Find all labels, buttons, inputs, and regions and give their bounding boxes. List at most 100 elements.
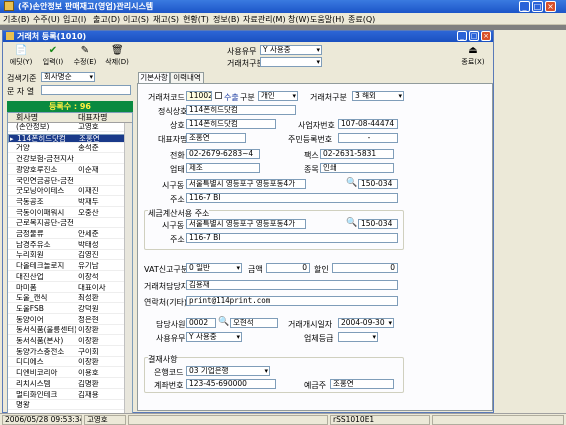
list-item[interactable]: 건강보험-금천지사 [8,155,132,165]
list-item[interactable]: 극동이이패워시 오중산 [8,209,132,218]
start-date-picker[interactable]: 2004-09-30 [338,318,394,328]
account-field[interactable]: 123-45-690000 [186,379,276,389]
list-item-rep: 이창환 [78,337,99,345]
fax-field[interactable]: 02-2631-5831 [320,149,394,159]
list-item[interactable]: 남경주유소 박태성 [8,241,132,250]
biztype-field[interactable]: 제조 [186,163,260,173]
list-item[interactable]: 누리회원 김영진 [8,251,132,261]
edit-button[interactable]: ✎ 수정(E) [71,44,99,70]
list-item[interactable]: 다올테크놀로지 유기남 [8,262,132,272]
bank-label: 은행코드 [154,368,184,377]
addr2-field[interactable]: 116-7 BI [186,193,398,203]
status-user: 고영호 [84,415,126,425]
list-item[interactable]: 도울_캔식 최성환 [8,294,132,304]
sales-binoculars-icon[interactable]: 🔍 [218,317,229,327]
list-item[interactable]: (손안정보) 고영호 [8,123,132,132]
list-item[interactable]: 동서식품(본사) 이창환 [8,337,132,346]
list-item[interactable]: 동서식품(울릉센터) 이창환 [8,326,132,336]
menu-receiving[interactable]: 입고(I) [63,14,86,25]
sales-name-field[interactable]: 오현석 [230,318,278,328]
discount-field[interactable]: 0 [332,263,398,273]
list-item[interactable]: 마미폼 대표이사 [8,284,132,293]
close-button[interactable]: ⏏ 종료(X) [459,44,487,70]
list-item[interactable]: 극동공조 박재두 [8,198,132,207]
resident-field[interactable]: - [338,133,398,143]
addr1-field[interactable]: 서울특별시 영등포구 영등포동4가 [186,179,306,189]
tax-binoculars-icon[interactable]: 🔍 [346,218,357,228]
list-scrollbar[interactable] [124,123,132,413]
list-item[interactable]: 굿모닝아이테스 이재진 [8,187,132,197]
list-item-rep: 유기남 [78,262,99,271]
binoculars-icon[interactable]: 🔍 [346,178,357,188]
menu-basic[interactable]: 기초(B) [3,14,29,25]
name-field[interactable]: 114폰히드닷컴 [186,119,276,129]
minimize-icon[interactable]: _ [519,1,530,12]
list-item[interactable]: ▸ 114폰히드닷컴 조홍연 [8,133,132,143]
list-item[interactable]: 디엔비코리아 이용호 [8,369,132,379]
col-rep[interactable]: 대표자명 [78,113,118,122]
child-minimize-icon[interactable]: _ [457,31,467,41]
bank-select[interactable]: 03 기업은행 [186,366,270,376]
division-select[interactable]: 개인 [258,91,298,101]
list-item[interactable]: 근로복지공단-금천 [8,219,132,229]
list-item[interactable]: 도울FSB 강덕원 [8,305,132,314]
contact-other-field[interactable]: print@114print.com [186,296,398,306]
menu-info[interactable]: 정보(B) [213,14,239,25]
amount-field[interactable]: 0 [266,263,310,273]
menu-help[interactable]: 도움말(H) [310,14,344,25]
tab-history[interactable]: 이력내역 [170,72,204,83]
export-checkbox[interactable] [215,92,222,99]
contact-field[interactable]: 김용재 [186,280,398,290]
list-item[interactable]: 동양이어 정은현 [8,316,132,325]
list-item[interactable]: 리치시스템 김명환 [8,380,132,389]
phone-field[interactable]: 02-2679-6283~4 [186,149,260,159]
menu-shipping[interactable]: 출고(D) [93,14,120,25]
child-restore-icon[interactable]: □ [469,31,479,41]
grade-select[interactable] [338,332,378,342]
menu-order[interactable]: 수주(U) [33,14,60,25]
holder-field[interactable]: 조홍연 [330,379,394,389]
bizno-field[interactable]: 107-08-44474 [338,119,398,129]
maximize-icon[interactable]: □ [532,1,543,12]
input-button[interactable]: ✔ 입력(I) [39,44,67,70]
type-filter-select[interactable] [260,57,322,67]
list-item[interactable]: 거양 송석준 [8,144,132,154]
rep-field[interactable]: 조홍연 [186,133,246,143]
list-item[interactable]: 금정물류 안세준 [8,230,132,239]
code-field[interactable]: 11002 [186,91,212,101]
menu-stock[interactable]: 재고(S) [153,14,179,25]
list-item[interactable]: 대진산업 이창석 [8,273,132,282]
menu-data[interactable]: 자료관리(M) [243,14,286,25]
menu-window[interactable]: 창(W) [288,14,310,25]
list-item[interactable]: 국민연금공단-금천 [8,177,132,186]
col-company[interactable]: 회사명 [16,113,76,122]
official-name-field[interactable]: 114폰히드닷컴 [186,105,296,115]
sales-code-field[interactable]: 0002 [186,318,216,328]
tax-addr2-field[interactable]: 116-7 BI [186,233,398,243]
tax-addr1-field[interactable]: 서울특별시 영등포구 영등포동4가 [186,219,306,229]
menu-exit[interactable]: 종료(Q) [348,14,375,25]
list-item[interactable]: 명왕 [8,401,132,411]
app-icon [4,1,14,11]
close-icon[interactable]: × [545,1,556,12]
new-button[interactable]: 📄 에딧(Y) [7,44,35,70]
child-close-icon[interactable]: × [481,31,491,41]
item-field[interactable]: 인쇄 [320,163,394,173]
list-item-rep: 고영호 [78,123,99,131]
search-text-input[interactable] [41,85,131,95]
list-item[interactable]: 멀티화인테크 김재용 [8,391,132,400]
delete-button[interactable]: 🗑 삭제(D) [103,44,131,70]
type-select[interactable]: 3 해외 [352,91,404,101]
search-criteria-select[interactable]: 회사명순 [41,72,95,82]
tax-zip-field[interactable]: 150-034 [358,219,398,229]
menu-transfer[interactable]: 이고(S) [123,14,149,25]
vat-select[interactable]: 0 일반 [186,263,242,273]
list-item[interactable]: 동양가스충전소 구이회 [8,348,132,357]
use-filter-select[interactable]: Y 사용중 [260,45,322,55]
menu-status[interactable]: 현황(T) [183,14,209,25]
zip1-field[interactable]: 150-034 [358,179,398,189]
list-item[interactable]: 광양호루진소 이순재 [8,166,132,175]
list-item[interactable]: 디디에스 이창환 [8,358,132,368]
use-select[interactable]: Y 사용중 [186,332,242,342]
use-label: 사용유무 [156,334,186,343]
